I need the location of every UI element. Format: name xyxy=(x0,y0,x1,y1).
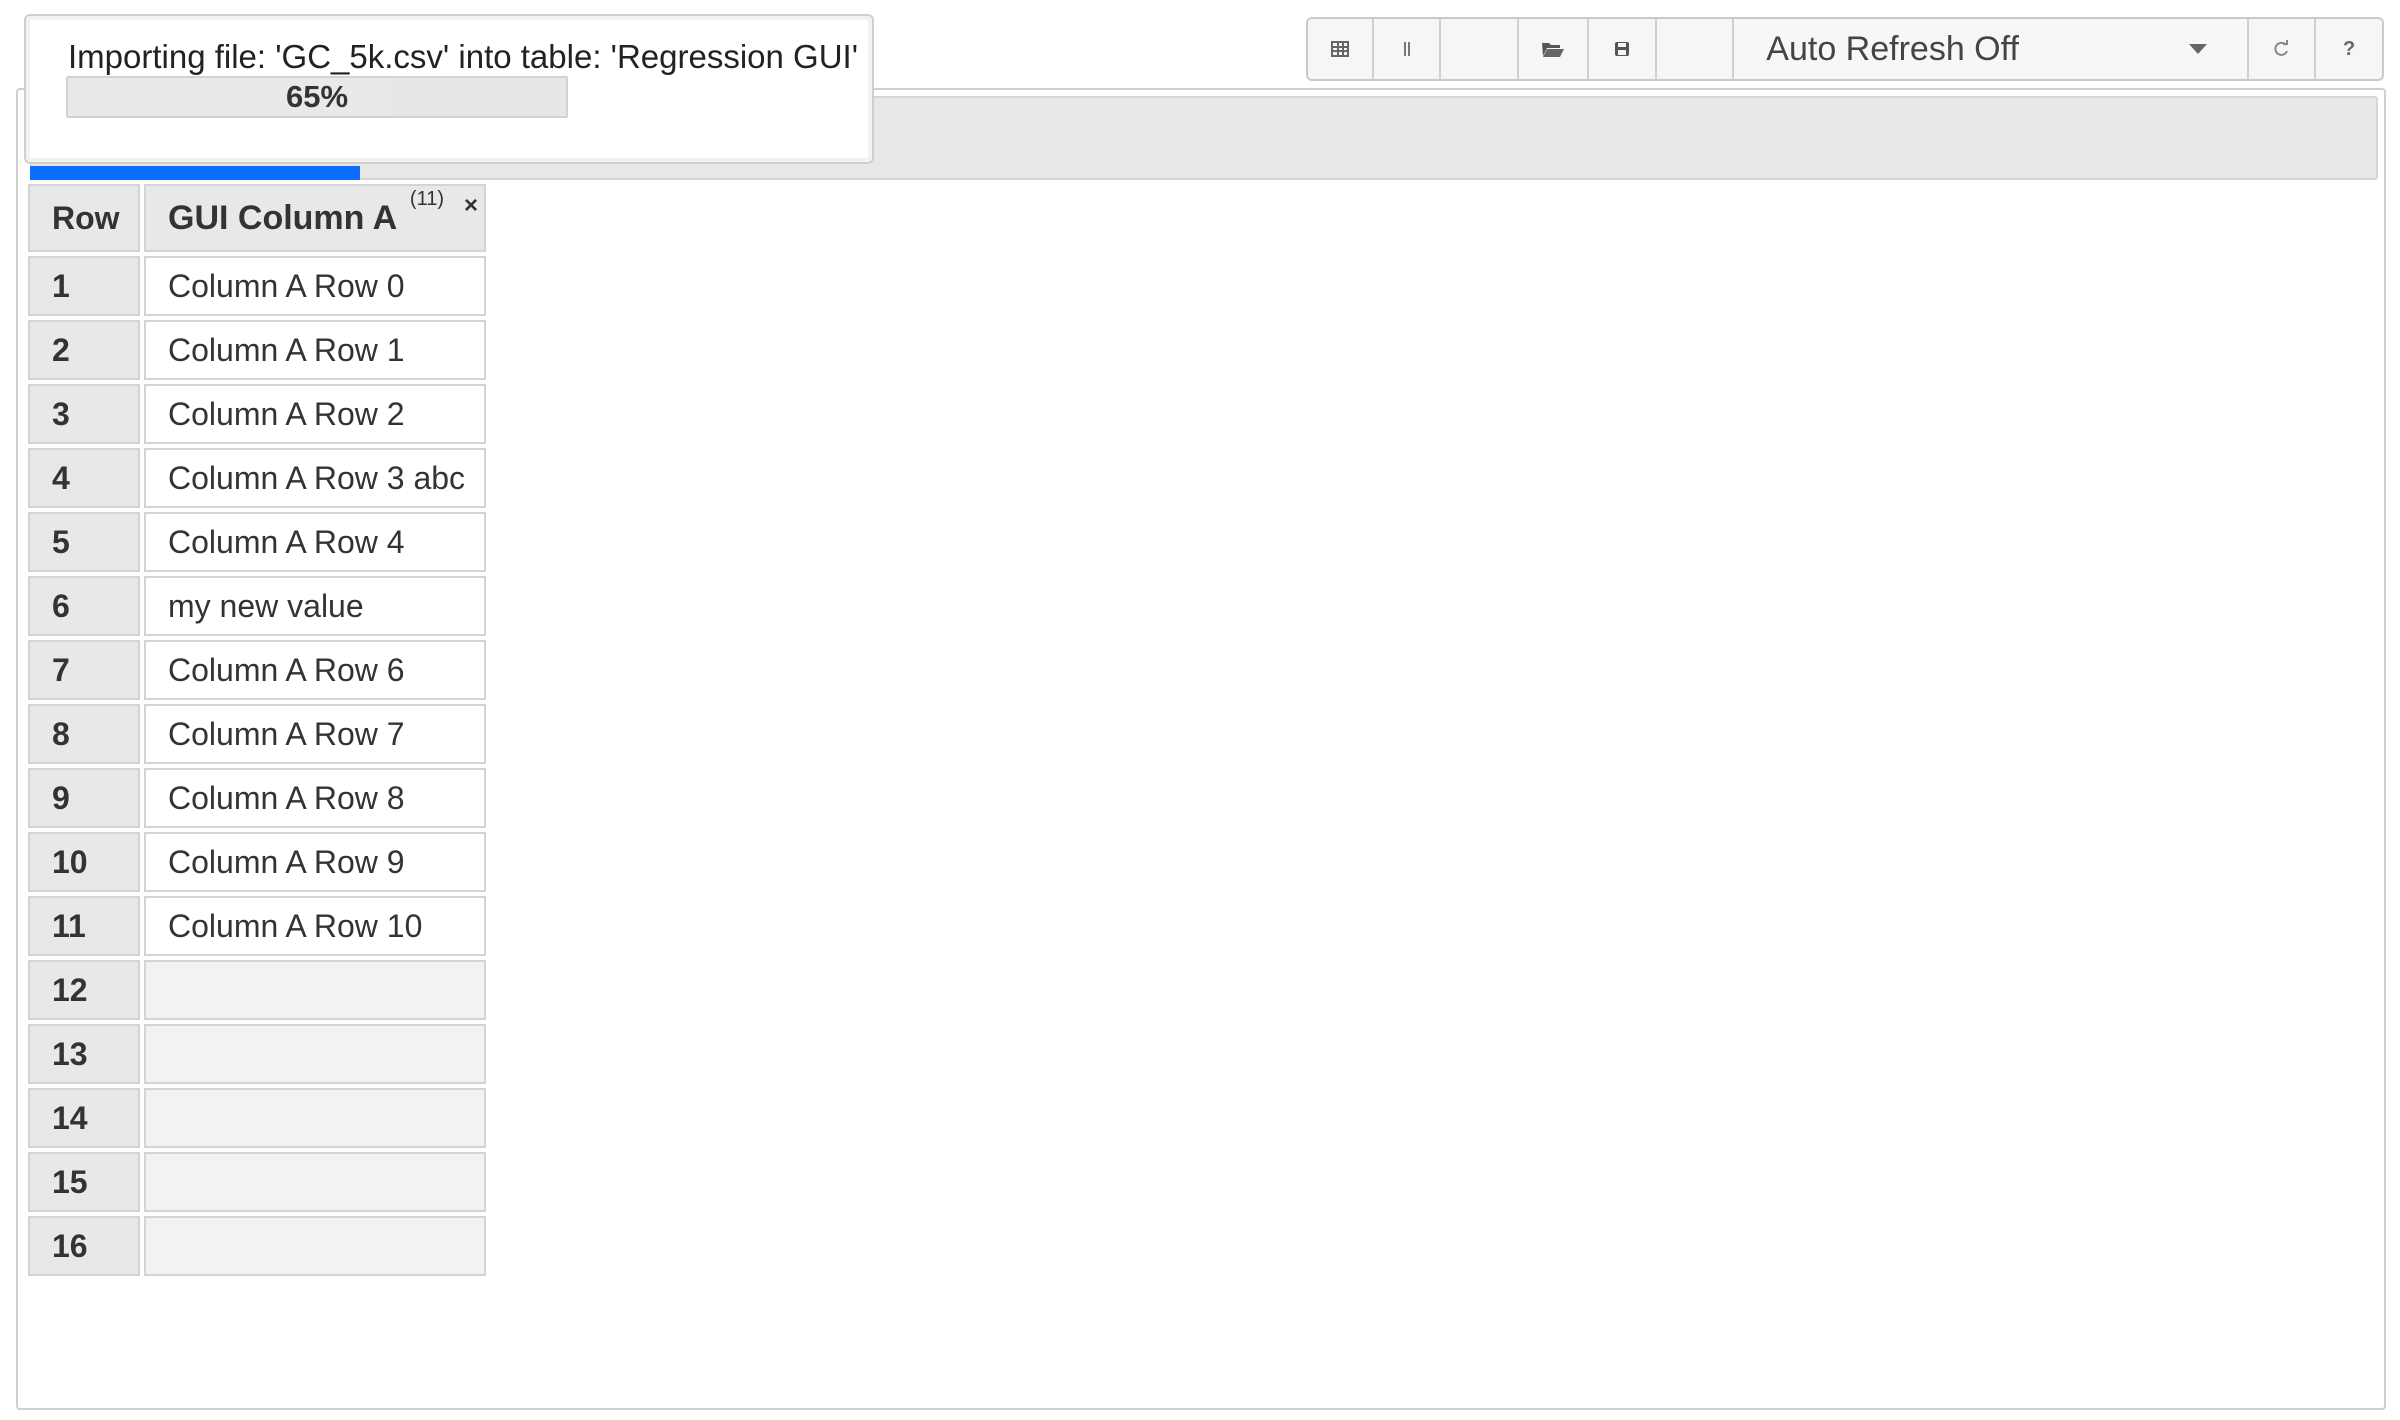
table-cell[interactable]: Column A Row 2 xyxy=(144,384,486,444)
table-cell[interactable]: Column A Row 3 abc xyxy=(144,448,486,508)
row-number[interactable]: 14 xyxy=(28,1088,140,1148)
row-number[interactable]: 5 xyxy=(28,512,140,572)
table-row: 4 Column A Row 3 abc xyxy=(28,448,486,508)
table-row: 12 xyxy=(28,960,486,1020)
auto-refresh-select[interactable]: Auto Refresh Off xyxy=(1734,19,2249,79)
table-row: 6 my new value xyxy=(28,576,486,636)
table-cell[interactable] xyxy=(144,1024,486,1084)
close-icon[interactable]: × xyxy=(464,192,478,220)
table-cell[interactable] xyxy=(144,1152,486,1212)
table-cell[interactable]: Column A Row 4 xyxy=(144,512,486,572)
table-row: 1 Column A Row 0 xyxy=(28,256,486,316)
help-button[interactable]: ? xyxy=(2316,19,2382,79)
import-progress-dialog: Importing file: 'GC_5k.csv' into table: … xyxy=(24,14,874,164)
row-number[interactable]: 15 xyxy=(28,1152,140,1212)
table-cell[interactable] xyxy=(144,960,486,1020)
table-row: 11 Column A Row 10 xyxy=(28,896,486,956)
table-row: 13 xyxy=(28,1024,486,1084)
chevron-down-icon xyxy=(2188,44,2207,54)
import-progress-bar: 65% xyxy=(66,76,568,118)
blank-button-2[interactable] xyxy=(1656,19,1735,79)
table-row: 3 Column A Row 2 xyxy=(28,384,486,444)
table-row: 5 Column A Row 4 xyxy=(28,512,486,572)
row-number[interactable]: 9 xyxy=(28,768,140,828)
data-table: Row GUI Column A (11) × 1 Column A Row 02… xyxy=(28,184,486,1280)
table-row: 16 xyxy=(28,1216,486,1276)
row-number[interactable]: 1 xyxy=(28,256,140,316)
open-file-button[interactable] xyxy=(1519,19,1589,79)
row-number[interactable]: 7 xyxy=(28,640,140,700)
table-row: 7 Column A Row 6 xyxy=(28,640,486,700)
table-cell[interactable]: Column A Row 6 xyxy=(144,640,486,700)
toolbar: Auto Refresh Off ? xyxy=(1306,17,2384,81)
table-header-row: Row GUI Column A (11) × xyxy=(28,184,486,252)
table-row: 10 Column A Row 9 xyxy=(28,832,486,892)
table-row: 9 Column A Row 8 xyxy=(28,768,486,828)
row-header: Row xyxy=(28,184,140,252)
refresh-button[interactable] xyxy=(2248,19,2317,79)
columns-icon xyxy=(1401,39,1413,59)
column-header-gui-column-a[interactable]: GUI Column A (11) × xyxy=(144,184,486,252)
row-number[interactable]: 13 xyxy=(28,1024,140,1084)
table-cell[interactable]: Column A Row 0 xyxy=(144,256,486,316)
save-icon xyxy=(1613,40,1631,58)
columns-button[interactable] xyxy=(1373,19,1442,79)
row-number[interactable]: 3 xyxy=(28,384,140,444)
help-icon: ? xyxy=(2343,37,2356,60)
row-number[interactable]: 12 xyxy=(28,960,140,1020)
row-number[interactable]: 6 xyxy=(28,576,140,636)
table-body: 1 Column A Row 0 2 Column A Row 1 3 Column A … xyxy=(28,256,486,1276)
table-cell[interactable] xyxy=(144,1216,486,1276)
folder-open-icon xyxy=(1541,40,1565,58)
import-title: Importing file: 'GC_5k.csv' into table: … xyxy=(68,38,859,75)
row-number[interactable]: 4 xyxy=(28,448,140,508)
row-number[interactable]: 16 xyxy=(28,1216,140,1276)
table-cell[interactable]: Column A Row 9 xyxy=(144,832,486,892)
save-button[interactable] xyxy=(1588,19,1657,79)
table-row: 8 Column A Row 7 xyxy=(28,704,486,764)
table-row: 2 Column A Row 1 xyxy=(28,320,486,380)
table-view-button[interactable] xyxy=(1308,19,1374,79)
table-cell[interactable]: Column A Row 8 xyxy=(144,768,486,828)
column-header-label: GUI Column A xyxy=(168,198,398,237)
auto-refresh-value: Auto Refresh Off xyxy=(1766,29,2019,68)
refresh-icon xyxy=(2271,39,2291,59)
column-count-badge: (11) xyxy=(409,188,444,210)
table-row: 15 xyxy=(28,1152,486,1212)
row-number[interactable]: 2 xyxy=(28,320,140,380)
active-tab[interactable] xyxy=(30,166,360,180)
row-number[interactable]: 8 xyxy=(28,704,140,764)
table-cell[interactable]: my new value xyxy=(144,576,486,636)
table-cell[interactable]: Column A Row 7 xyxy=(144,704,486,764)
row-number[interactable]: 11 xyxy=(28,896,140,956)
row-number[interactable]: 10 xyxy=(28,832,140,892)
table-row: 14 xyxy=(28,1088,486,1148)
blank-button[interactable] xyxy=(1441,19,1520,79)
table-cell[interactable] xyxy=(144,1088,486,1148)
table-cell[interactable]: Column A Row 1 xyxy=(144,320,486,380)
table-cell[interactable]: Column A Row 10 xyxy=(144,896,486,956)
table-icon xyxy=(1330,40,1349,58)
progress-label: 65% xyxy=(285,79,349,114)
